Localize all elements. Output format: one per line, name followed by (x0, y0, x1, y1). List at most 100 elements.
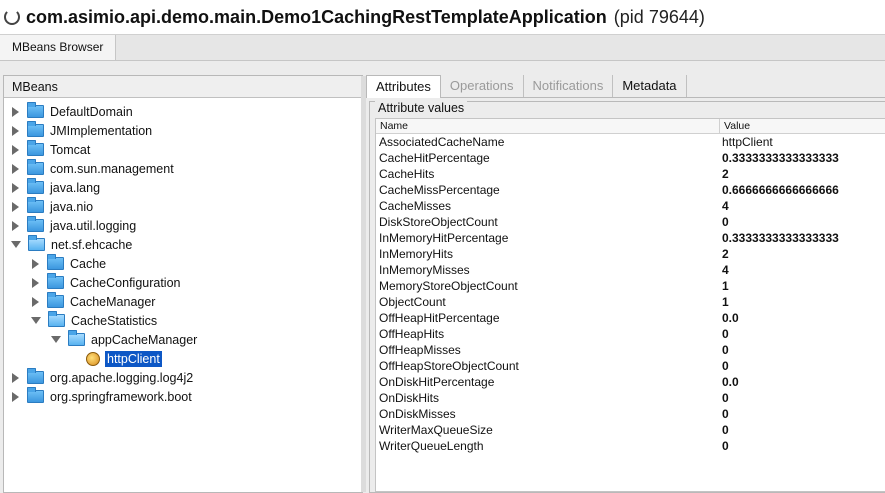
attribute-name: AssociatedCacheName (379, 135, 505, 149)
table-row[interactable]: AssociatedCacheName httpClient (376, 134, 885, 150)
folder-icon (27, 387, 44, 403)
table-row[interactable]: InMemoryHitPercentage 0.3333333333333333 (376, 230, 885, 246)
attribute-value: httpClient (722, 135, 773, 149)
tree-node[interactable]: Cache (32, 254, 106, 273)
attributes-table: Name Value AssociatedCacheName httpClient… (375, 118, 885, 492)
table-row[interactable]: WriterMaxQueueSize 0 (376, 422, 885, 438)
table-row[interactable]: CacheMissPercentage 0.6666666666666666 (376, 182, 885, 198)
collapsed-arrow-icon[interactable] (12, 372, 19, 383)
expanded-arrow-icon[interactable] (51, 336, 61, 343)
attribute-value: 0.6666666666666666 (722, 183, 839, 197)
table-row[interactable]: CacheMisses 4 (376, 198, 885, 214)
attribute-values-group: Attribute values Name Value AssociatedCa… (369, 101, 885, 493)
table-row[interactable]: CacheHitPercentage 0.3333333333333333 (376, 150, 885, 166)
collapsed-arrow-icon[interactable] (12, 182, 19, 193)
table-row[interactable]: OffHeapHits 0 (376, 326, 885, 342)
collapsed-arrow-icon[interactable] (12, 201, 19, 212)
tree-node-label: JMImplementation (50, 123, 153, 138)
column-header-value[interactable]: Value (720, 119, 885, 133)
expanded-arrow-icon[interactable] (31, 317, 41, 324)
attribute-name: OffHeapStoreObjectCount (379, 359, 519, 373)
table-row[interactable]: OnDiskHitPercentage 0.0 (376, 374, 885, 390)
tree-node[interactable]: CacheStatistics (31, 311, 157, 330)
attribute-value: 0 (722, 407, 729, 421)
table-row[interactable]: OffHeapMisses 0 (376, 342, 885, 358)
collapsed-arrow-icon[interactable] (12, 144, 19, 155)
tree-node[interactable]: java.util.logging (12, 216, 136, 235)
attribute-value: 0.3333333333333333 (722, 231, 839, 245)
tab-metadata[interactable]: Metadata (613, 75, 687, 97)
table-row[interactable]: OnDiskHits 0 (376, 390, 885, 406)
tree-node[interactable]: net.sf.ehcache (11, 235, 133, 254)
tree-node[interactable]: java.nio (12, 197, 93, 216)
table-row[interactable]: DiskStoreObjectCount 0 (376, 214, 885, 230)
table-row[interactable]: InMemoryHits 2 (376, 246, 885, 262)
tab-operations[interactable]: Operations (441, 75, 524, 97)
table-row[interactable]: InMemoryMisses 4 (376, 262, 885, 278)
table-row[interactable]: WriterQueueLength 0 (376, 438, 885, 454)
folder-icon (27, 102, 44, 118)
tree-node[interactable]: appCacheManager (51, 330, 197, 349)
folder-icon (27, 368, 44, 384)
table-row[interactable]: OnDiskMisses 0 (376, 406, 885, 422)
folder-icon (28, 235, 45, 251)
table-row[interactable]: MemoryStoreObjectCount 1 (376, 278, 885, 294)
tree-node-label: CacheConfiguration (70, 275, 181, 290)
tree-node[interactable]: CacheConfiguration (32, 273, 181, 292)
attribute-name: DiskStoreObjectCount (379, 215, 498, 229)
table-row[interactable]: OffHeapHitPercentage 0.0 (376, 310, 885, 326)
attribute-value: 0 (722, 359, 729, 373)
folder-icon (27, 178, 44, 194)
collapsed-arrow-icon[interactable] (32, 258, 39, 269)
tree-node-label: net.sf.ehcache (51, 237, 133, 252)
tab-attributes[interactable]: Attributes (366, 75, 441, 98)
table-row[interactable]: ObjectCount 1 (376, 294, 885, 310)
attribute-value: 0.3333333333333333 (722, 151, 839, 165)
collapsed-arrow-icon[interactable] (12, 220, 19, 231)
tree-node-label: org.apache.logging.log4j2 (50, 370, 194, 385)
folder-icon (27, 197, 44, 213)
column-header-name[interactable]: Name (376, 119, 720, 133)
mbean-detail-panel: Attributes Operations Notifications Metadat… (366, 75, 885, 493)
top-tab-strip: MBeans Browser (0, 34, 885, 61)
collapsed-arrow-icon[interactable] (12, 106, 19, 117)
tab-mbeans-browser[interactable]: MBeans Browser (0, 35, 117, 60)
tree-node[interactable]: JMImplementation (12, 121, 152, 140)
attribute-name: CacheMisses (379, 199, 452, 213)
collapsed-arrow-icon[interactable] (12, 391, 19, 402)
tree-node[interactable]: DefaultDomain (12, 102, 133, 121)
tree-node-label: DefaultDomain (50, 104, 133, 119)
attribute-value: 4 (722, 199, 729, 213)
attribute-value: 0 (722, 423, 729, 437)
folder-icon (27, 216, 44, 232)
tree-node-label: Cache (70, 256, 107, 271)
table-row[interactable]: OffHeapStoreObjectCount 0 (376, 358, 885, 374)
collapsed-arrow-icon[interactable] (32, 296, 39, 307)
tree-node[interactable]: org.apache.logging.log4j2 (12, 368, 193, 387)
table-row[interactable]: CacheHits 2 (376, 166, 885, 182)
mbeans-tree-panel: MBeans DefaultDomain JMImplementation Tomc… (3, 75, 366, 493)
tab-notifications[interactable]: Notifications (524, 75, 614, 97)
attribute-name: CacheHits (379, 167, 435, 181)
collapsed-arrow-icon[interactable] (32, 277, 39, 288)
folder-icon (47, 254, 64, 270)
tree-node-label: java.util.logging (50, 218, 137, 233)
attribute-name: OnDiskHitPercentage (379, 375, 495, 389)
expanded-arrow-icon[interactable] (11, 241, 21, 248)
tree-node[interactable]: Tomcat (12, 140, 90, 159)
tree-node[interactable]: java.lang (12, 178, 100, 197)
tree-node-label: CacheManager (70, 294, 156, 309)
attribute-value: 2 (722, 247, 729, 261)
attribute-name: WriterMaxQueueSize (379, 423, 493, 437)
attribute-name: OffHeapHits (379, 327, 445, 341)
tree-node[interactable]: CacheManager (32, 292, 155, 311)
tree-node[interactable]: com.sun.management (12, 159, 174, 178)
attribute-value: 0 (722, 391, 729, 405)
folder-icon (27, 159, 44, 175)
tree-node[interactable]: org.springframework.boot (12, 387, 192, 406)
collapsed-arrow-icon[interactable] (12, 125, 19, 136)
process-id: (pid 79644) (613, 6, 705, 27)
collapsed-arrow-icon[interactable] (12, 163, 19, 174)
tree-node[interactable]: httpClient (86, 349, 162, 368)
attribute-name: OnDiskMisses (379, 407, 456, 421)
